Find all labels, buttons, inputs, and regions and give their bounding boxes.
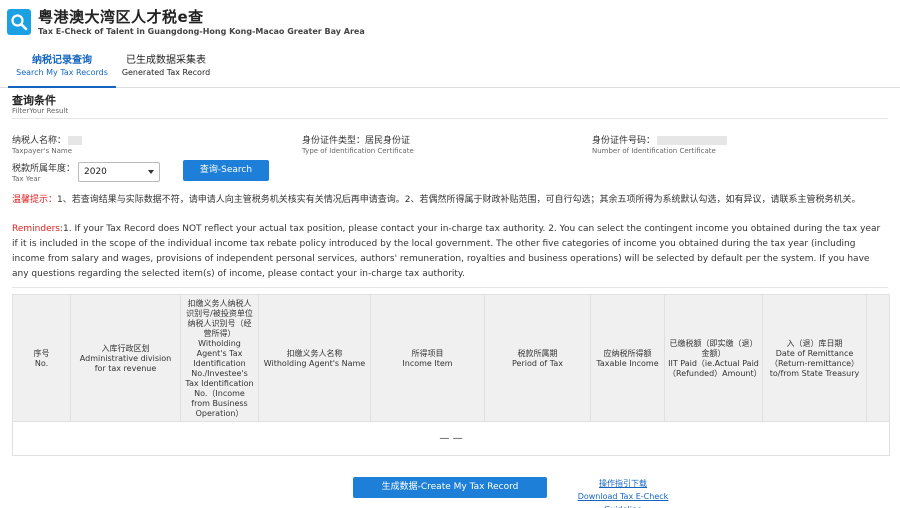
app-header: 粤港澳大湾区人才税e查 Tax E-Check of Talent in Gua… [0,0,900,44]
tax-year-field: 税款所属年度： Tax Year [12,163,75,184]
section-title-en: FilterYour Result [12,107,69,115]
tax-year-label: 税款所属年度： [12,164,76,174]
reminder-en: Reminders:1. If your Tax Record does NOT… [12,222,888,282]
column-header-cn: 扣缴义务人纳税人识别号/被投资单位纳税人识别号（经营所得） [186,298,253,338]
redacted-value [657,136,728,145]
app-title: 粤港澳大湾区人才税e查 [38,8,204,26]
reminder-label-en: Reminders: [12,224,64,234]
id-type-label: 身份证件类型：居民身份证 [302,136,411,146]
magnifier-icon [7,9,31,35]
column-header-cn: 应纳税所得额 [603,348,652,358]
table-header: 序号 No. 入库行政区划 Administrative division for … [13,295,889,422]
column-header-no: 序号 No. [13,295,71,422]
tab-label-en: Search My Tax Records [16,68,108,77]
create-record-button[interactable]: 生成数据-Create My Tax Record [353,477,547,498]
guide-link-cn: 操作指引下载 [599,479,647,488]
column-header-cn: 所得项目 [411,348,444,358]
column-header-cn: 入（退）库日期 [786,338,843,348]
reminder-cn: 温馨提示：1、若查询结果与实际数据不符，请申请人向主管税务机关核实有关情况后再申… [12,193,888,207]
tax-year-value: 2020 [84,167,107,177]
column-header-en: Administrative division for tax revenue [79,353,172,373]
reminder-text-en: 1. If your Tax Record does NOT reflect y… [12,224,881,279]
column-header-cn: 序号 [33,348,50,358]
tax-year-select[interactable]: 2020 [78,162,160,182]
id-number-label: 身份证件号码： [592,136,656,146]
id-number-label-en: Number of Identification Certificate [592,147,716,155]
column-header-admin-division: 入库行政区划 Administrative division for tax re… [71,295,181,422]
taxpayer-name-field: 纳税人名称： Taxpayer's Name [12,135,83,156]
column-header-period: 税款所属期 Period of Tax [485,295,591,422]
column-header-cn: 已缴税额（即实缴（退）金额） [669,338,758,358]
guide-download-link[interactable]: 操作指引下载 Download Tax E-Check Guideline [562,477,684,508]
column-header-agent-name: 扣缴义务人名称 Witholding Agent's Name [259,295,371,422]
tab-generated-record[interactable]: 已生成数据采集表 Generated Tax Record [120,54,212,88]
reminder-text-cn: 1、若查询结果与实际数据不符，请申请人向主管税务机关核实有关情况后再申请查询。2… [57,195,861,205]
guide-link-en: Download Tax E-Check Guideline [577,492,669,508]
column-header-iit-paid: 已缴税额（即实缴（退）金额） IIT Paid（ie.Actual Paid（Re… [665,295,763,422]
query-section-title: 查询条件 FilterYour Result [12,94,68,116]
tab-search-records[interactable]: 纳税记录查询 Search My Tax Records [8,54,116,88]
column-header-en: Witholding Agent's Name [263,358,366,368]
column-header-remittance-date: 入（退）库日期 Date of Remittance（Return-remitta… [763,295,867,422]
column-header-cn: 税款所属期 [517,348,558,358]
tax-year-label-en: Tax Year [12,175,41,183]
column-header-en: Period of Tax [512,358,563,368]
empty-row: — — [439,433,463,444]
column-header-en: Date of Remittance（Return-remittance）to/… [769,348,860,378]
tab-bar: 纳税记录查询 Search My Tax Records 已生成数据采集表 Ge… [0,54,900,88]
id-type-field: 身份证件类型：居民身份证 Type of Identification Cert… [302,135,414,156]
taxpayer-name-label-en: Taxpayer's Name [12,147,73,155]
redacted-value [68,136,83,145]
reminder-label-cn: 温馨提示： [12,195,58,205]
column-header-tax-id: 扣缴义务人纳税人识别号/被投资单位纳税人识别号（经营所得） Witholding … [181,295,259,422]
column-header-cn: 入库行政区划 [101,343,150,353]
tax-record-table: 序号 No. 入库行政区划 Administrative division for … [12,294,890,456]
column-header-taxable-income: 应纳税所得额 Taxable Income [591,295,665,422]
column-header-en: No. [34,358,49,368]
column-header-en: Witholding Agent's Tax Identification No… [185,338,254,418]
app-subtitle: Tax E-Check of Talent in Guangdong-Hong … [38,27,365,36]
tab-label-en: Generated Tax Record [121,68,211,77]
id-type-label-en: Type of Identification Certificate [302,147,414,155]
column-header-income-item: 所得项目 Income Item [371,295,485,422]
section-title-cn: 查询条件 [12,94,56,107]
column-header-en: Taxable Income [596,358,659,368]
taxpayer-name-label: 纳税人名称： [12,136,67,146]
column-header-en: IIT Paid（ie.Actual Paid（Refunded）Amount） [668,358,762,378]
search-button[interactable]: 查询-Search [183,160,269,181]
tab-label-cn: 已生成数据采集表 [126,55,206,66]
divider [12,118,888,119]
chevron-down-icon [148,170,154,174]
column-header-cn: 扣缴义务人名称 [286,348,343,358]
id-number-field: 身份证件号码： Number of Identification Certifi… [592,135,728,156]
tab-label-cn: 纳税记录查询 [32,55,92,66]
divider [12,287,888,288]
column-header-en: Income Item [402,358,453,368]
